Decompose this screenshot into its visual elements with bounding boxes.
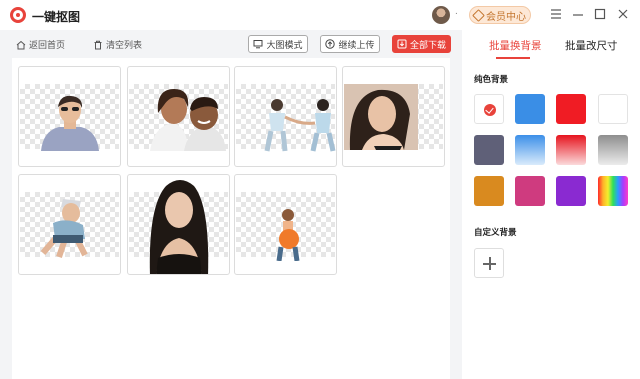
swatch-red-gradient[interactable] <box>556 135 586 165</box>
large-view-label: 大图模式 <box>266 39 303 50</box>
diamond-icon <box>472 8 485 22</box>
cutout-image <box>276 209 300 261</box>
image-card[interactable] <box>127 66 230 167</box>
tab-batch-resize[interactable]: 批量改尺寸 <box>565 38 618 53</box>
settings-panel: 批量换背景 批量改尺寸 纯色背景 自定义背景 <box>462 30 640 379</box>
download-all-button[interactable]: 全部下载 <box>392 35 451 53</box>
add-custom-background-button[interactable] <box>474 248 504 278</box>
swatch-orange[interactable] <box>474 176 504 206</box>
close-icon[interactable] <box>616 7 630 21</box>
image-card[interactable] <box>127 174 230 275</box>
image-card[interactable] <box>18 66 121 167</box>
image-card[interactable] <box>342 66 445 167</box>
back-home-label: 返回首页 <box>29 40 66 50</box>
home-icon <box>16 40 26 49</box>
user-avatar[interactable] <box>432 6 450 24</box>
image-grid <box>12 58 450 379</box>
image-card[interactable] <box>18 174 121 275</box>
solid-background-label: 纯色背景 <box>474 74 509 84</box>
vip-center-button[interactable]: 会员中心 <box>469 6 531 24</box>
swatch-white[interactable] <box>598 94 628 124</box>
app-logo-icon <box>10 7 26 23</box>
cutout-image <box>40 199 88 258</box>
swatch-gray-gradient[interactable] <box>598 135 628 165</box>
image-card[interactable] <box>234 174 337 275</box>
separator-dot: . <box>455 6 458 17</box>
swatch-transparent[interactable] <box>474 94 504 124</box>
cutout-image <box>150 89 226 151</box>
swatch-purple[interactable] <box>556 176 586 206</box>
menu-icon[interactable] <box>549 7 563 21</box>
cutout-image <box>41 95 99 151</box>
download-icon <box>397 39 407 49</box>
swatch-blue[interactable] <box>515 94 545 124</box>
active-tab-indicator <box>496 57 530 59</box>
swatch-rainbow[interactable] <box>598 176 628 206</box>
cutout-image <box>344 84 418 150</box>
continue-upload-button[interactable]: 继续上传 <box>320 35 380 53</box>
monitor-icon <box>253 40 263 49</box>
back-home-button[interactable]: 返回首页 <box>16 38 65 51</box>
large-view-button[interactable]: 大图模式 <box>248 35 308 53</box>
custom-background-label: 自定义背景 <box>474 227 517 237</box>
image-card[interactable] <box>234 66 337 167</box>
swatch-pink[interactable] <box>515 176 545 206</box>
download-all-label: 全部下载 <box>409 39 446 50</box>
swatch-blue-gradient[interactable] <box>515 135 545 165</box>
app-title: 一键抠图 <box>32 10 81 24</box>
toolbar: 返回首页 清空列表 大图模式 继续上传 全部下载 <box>0 30 462 58</box>
vip-center-label: 会员中心 <box>486 11 526 23</box>
cutout-image <box>149 180 209 274</box>
maximize-icon[interactable] <box>593 7 607 21</box>
swatch-slate[interactable] <box>474 135 504 165</box>
upload-icon <box>325 39 336 49</box>
continue-upload-label: 继续上传 <box>338 39 375 50</box>
minimize-icon[interactable] <box>571 7 585 21</box>
cutout-image <box>264 99 336 152</box>
clear-list-button[interactable]: 清空列表 <box>93 38 142 51</box>
check-icon <box>484 104 496 116</box>
swatch-red[interactable] <box>556 94 586 124</box>
trash-icon <box>94 40 102 49</box>
tab-batch-background[interactable]: 批量换背景 <box>489 38 542 53</box>
title-bar: 一键抠图 . 会员中心 <box>0 0 640 30</box>
clear-list-label: 清空列表 <box>106 40 143 50</box>
